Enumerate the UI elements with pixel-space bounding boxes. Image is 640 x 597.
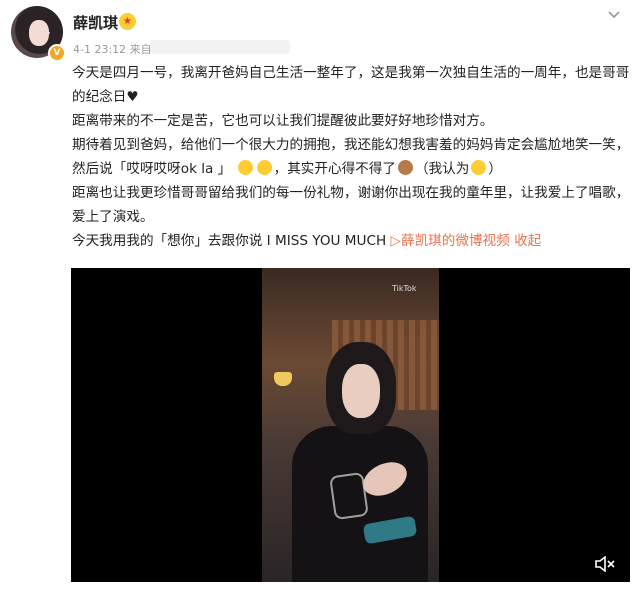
chevron-down-icon[interactable] <box>606 6 622 22</box>
timestamp[interactable]: 4-1 23:12 <box>73 43 126 56</box>
smile-emoji-icon <box>237 160 253 175</box>
star-emoji-icon: ★ <box>119 13 136 30</box>
verified-badge-icon: V <box>48 44 66 62</box>
post-line: 距离也让我更珍惜哥哥留给我们的每一份礼物，谢谢你出现在我的童年里，让我爱上了唱歌… <box>72 185 630 225</box>
username[interactable]: 薛凯琪 <box>73 12 118 33</box>
source-prefix: 来自 <box>129 43 152 56</box>
blurred-source <box>150 40 290 54</box>
volume-icon[interactable] <box>595 556 615 572</box>
play-link-icon: ▷ <box>390 233 401 249</box>
post-content: 今天是四月一号，我离开爸妈自己生活一整年了，这是我第一次独自生活的一周年，也是哥… <box>72 61 632 253</box>
monkey-emoji-icon <box>397 160 413 175</box>
post-line: 今天我用我的「想你」去跟你说 I MISS YOU MUCH ▷薛凯琪的微博视频… <box>72 233 542 249</box>
collapse-button[interactable]: 收起 <box>514 233 541 249</box>
post-line: 今天是四月一号，我离开爸妈自己生活一整年了，这是我第一次独自生活的一周年，也是哥… <box>72 65 630 105</box>
video-thumbnail: TikTok <box>262 268 439 582</box>
laugh-emoji-icon <box>256 160 272 175</box>
post-line: 距离带来的不一定是苦，它也可以让我们提醒彼此要好好地珍惜对方。 <box>72 113 494 129</box>
tiktok-watermark: TikTok <box>392 284 417 293</box>
video-link[interactable]: ▷薛凯琪的微博视频 <box>391 233 510 249</box>
video-player[interactable]: TikTok <box>71 268 630 582</box>
post-header: V 薛凯琪 ★ 4-1 23:12 来自 <box>0 0 640 62</box>
post-meta: 4-1 23:12 来自 <box>73 41 152 57</box>
laugh-emoji-icon <box>471 160 487 175</box>
post-line: 期待着见到爸妈，给他们一个很大力的拥抱，我还能幻想我害羞的妈妈肯定会尴尬地笑一笑… <box>72 137 630 177</box>
